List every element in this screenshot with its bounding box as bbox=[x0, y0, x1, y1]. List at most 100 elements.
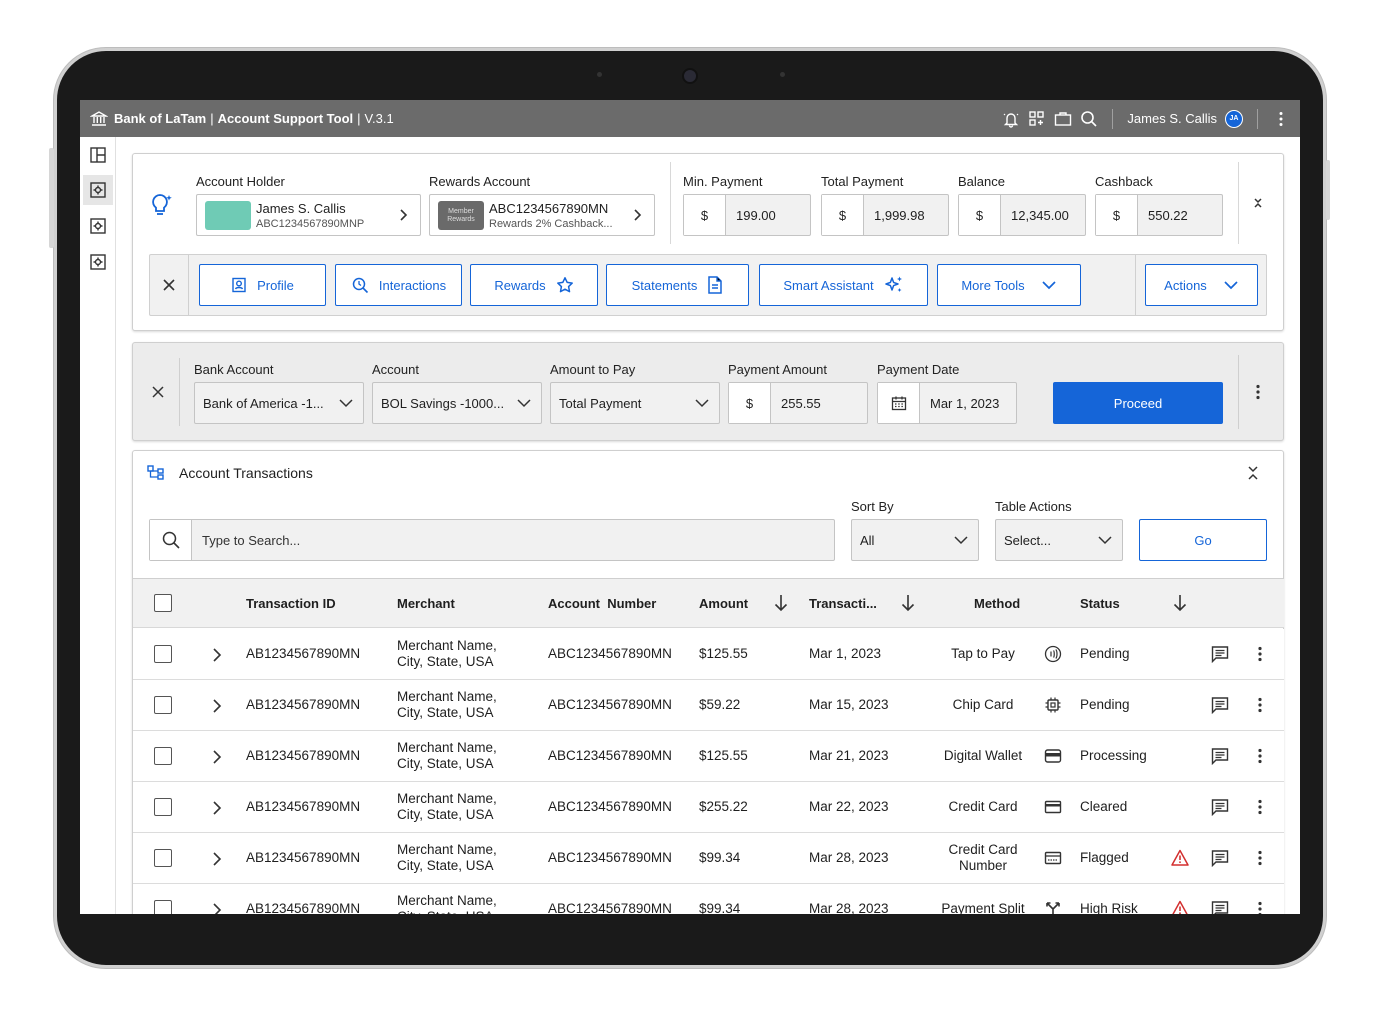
payment-date-input[interactable]: Mar 1, 2023 bbox=[877, 382, 1017, 424]
table-row[interactable]: AB1234567890MN Merchant Name,City, State,… bbox=[133, 629, 1284, 680]
expand-chevron-icon[interactable] bbox=[210, 647, 224, 663]
column-header-transaction-date[interactable]: Transacti... bbox=[809, 596, 877, 611]
column-header-account-number[interactable]: Account Number bbox=[548, 596, 656, 611]
statements-button[interactable]: Statements bbox=[606, 264, 749, 306]
sort-by-select[interactable]: All bbox=[851, 519, 979, 561]
kebab-menu-icon[interactable] bbox=[1254, 850, 1266, 866]
apps-grid-icon[interactable] bbox=[1028, 110, 1046, 128]
tap-to-pay-icon bbox=[1044, 645, 1062, 663]
chevron-down-icon bbox=[695, 396, 709, 410]
comment-icon[interactable] bbox=[1211, 645, 1229, 663]
collapse-icon[interactable] bbox=[1246, 465, 1260, 481]
comment-icon[interactable] bbox=[1211, 900, 1229, 914]
sort-arrow-down-icon[interactable] bbox=[774, 594, 788, 612]
comment-icon[interactable] bbox=[1211, 696, 1229, 714]
table-row[interactable]: AB1234567890MN Merchant Name,City, State,… bbox=[133, 884, 1284, 914]
search-input[interactable]: Type to Search... bbox=[192, 533, 300, 548]
table-row[interactable]: AB1234567890MN Merchant Name,City, State,… bbox=[133, 782, 1284, 833]
close-icon[interactable] bbox=[152, 386, 164, 398]
search-icon[interactable] bbox=[1080, 110, 1098, 128]
expand-chevron-icon[interactable] bbox=[210, 698, 224, 714]
total-payment-label: Total Payment bbox=[821, 174, 904, 189]
merchant: Merchant Name,City, State, USA bbox=[397, 740, 497, 772]
column-header-status[interactable]: Status bbox=[1080, 596, 1120, 611]
column-header-method[interactable]: Method bbox=[974, 596, 1020, 611]
expand-chevron-icon[interactable] bbox=[210, 851, 224, 867]
account-holder-field[interactable]: James S. Callis ABC1234567890MNP bbox=[196, 194, 421, 236]
status: Processing bbox=[1080, 748, 1147, 763]
kebab-menu-icon[interactable] bbox=[1254, 799, 1266, 815]
divider bbox=[188, 255, 189, 315]
notification-bell-icon[interactable] bbox=[1002, 110, 1020, 128]
currency-symbol: $ bbox=[822, 195, 864, 235]
go-button[interactable]: Go bbox=[1139, 519, 1267, 561]
table-row[interactable]: AB1234567890MN Merchant Name,City, State,… bbox=[133, 680, 1284, 731]
close-icon[interactable] bbox=[162, 278, 176, 292]
kebab-menu-icon[interactable] bbox=[1254, 646, 1266, 662]
kebab-menu-icon[interactable] bbox=[1251, 384, 1265, 400]
expand-chevron-icon[interactable] bbox=[210, 749, 224, 765]
method: Digital Wallet bbox=[943, 748, 1023, 763]
calendar-icon[interactable] bbox=[878, 383, 920, 423]
row-checkbox[interactable] bbox=[154, 798, 172, 816]
kebab-menu-icon[interactable] bbox=[1272, 110, 1290, 128]
row-checkbox[interactable] bbox=[154, 849, 172, 867]
select-all-checkbox[interactable] bbox=[154, 594, 172, 612]
transaction-id: AB1234567890MN bbox=[246, 901, 361, 914]
kebab-menu-icon[interactable] bbox=[1254, 748, 1266, 764]
search-box[interactable]: Type to Search... bbox=[149, 519, 835, 561]
column-header-merchant[interactable]: Merchant bbox=[397, 596, 455, 611]
actions-button[interactable]: Actions bbox=[1145, 264, 1258, 306]
layout-icon[interactable] bbox=[90, 147, 106, 163]
wallet-icon bbox=[1044, 747, 1062, 765]
gear-box-icon[interactable] bbox=[90, 218, 106, 234]
currency-symbol: $ bbox=[1096, 195, 1138, 235]
bank-account-select[interactable]: Bank of America -1... bbox=[194, 382, 364, 424]
collapse-icon[interactable] bbox=[1251, 196, 1265, 210]
table-row[interactable]: AB1234567890MN Merchant Name,City, State,… bbox=[133, 833, 1284, 884]
comment-icon[interactable] bbox=[1211, 798, 1229, 816]
comment-icon[interactable] bbox=[1211, 747, 1229, 765]
kebab-menu-icon[interactable] bbox=[1254, 901, 1266, 914]
table-row[interactable]: AB1234567890MN Merchant Name,City, State,… bbox=[133, 731, 1284, 782]
kebab-menu-icon[interactable] bbox=[1254, 697, 1266, 713]
expand-chevron-icon[interactable] bbox=[210, 800, 224, 816]
table-actions-select[interactable]: Select... bbox=[995, 519, 1123, 561]
chevron-right-icon bbox=[396, 208, 410, 222]
expand-chevron-icon[interactable] bbox=[210, 902, 224, 914]
briefcase-icon[interactable] bbox=[1054, 110, 1072, 128]
smart-assistant-button[interactable]: Smart Assistant bbox=[759, 264, 928, 306]
amount-to-pay-select[interactable]: Total Payment bbox=[550, 382, 720, 424]
payment-amount-input[interactable]: $ 255.55 bbox=[728, 382, 868, 424]
smart-assistant-label: Smart Assistant bbox=[783, 277, 874, 293]
interactions-label: Interactions bbox=[378, 277, 447, 293]
account-select[interactable]: BOL Savings -1000... bbox=[372, 382, 542, 424]
transaction-date: Mar 1, 2023 bbox=[809, 646, 882, 661]
interactions-button[interactable]: Interactions bbox=[335, 264, 462, 306]
user-name[interactable]: James S. Callis bbox=[1127, 111, 1217, 126]
sort-arrow-down-icon[interactable] bbox=[1173, 594, 1187, 612]
avatar[interactable]: JA bbox=[1225, 109, 1243, 128]
column-header-transaction-id[interactable]: Transaction ID bbox=[246, 596, 336, 611]
gear-box-icon[interactable] bbox=[83, 175, 113, 205]
profile-button[interactable]: Profile bbox=[199, 264, 326, 306]
column-header-amount[interactable]: Amount bbox=[699, 596, 748, 611]
more-tools-button[interactable]: More Tools bbox=[937, 264, 1081, 306]
holder-card-swatch bbox=[205, 201, 251, 230]
merchant-name: Merchant Name, bbox=[397, 791, 497, 806]
row-checkbox[interactable] bbox=[154, 900, 172, 914]
row-checkbox[interactable] bbox=[154, 645, 172, 663]
gear-box-icon[interactable] bbox=[90, 254, 106, 270]
rewards-account-field[interactable]: Member Rewards ABC1234567890MN Rewards 2… bbox=[429, 194, 655, 236]
rewards-button[interactable]: Rewards bbox=[470, 264, 598, 306]
divider bbox=[1257, 108, 1258, 129]
merchant: Merchant Name,City, State, USA bbox=[397, 842, 497, 874]
lightbulb-sparkle-icon[interactable] bbox=[149, 192, 175, 218]
sort-arrow-down-icon[interactable] bbox=[901, 594, 915, 612]
comment-icon[interactable] bbox=[1211, 849, 1229, 867]
row-checkbox[interactable] bbox=[154, 696, 172, 714]
sparkle-icon bbox=[884, 275, 904, 295]
row-checkbox[interactable] bbox=[154, 747, 172, 765]
proceed-button[interactable]: Proceed bbox=[1053, 382, 1223, 424]
account-summary-card: Account Holder James S. Callis ABC123456… bbox=[132, 153, 1284, 331]
